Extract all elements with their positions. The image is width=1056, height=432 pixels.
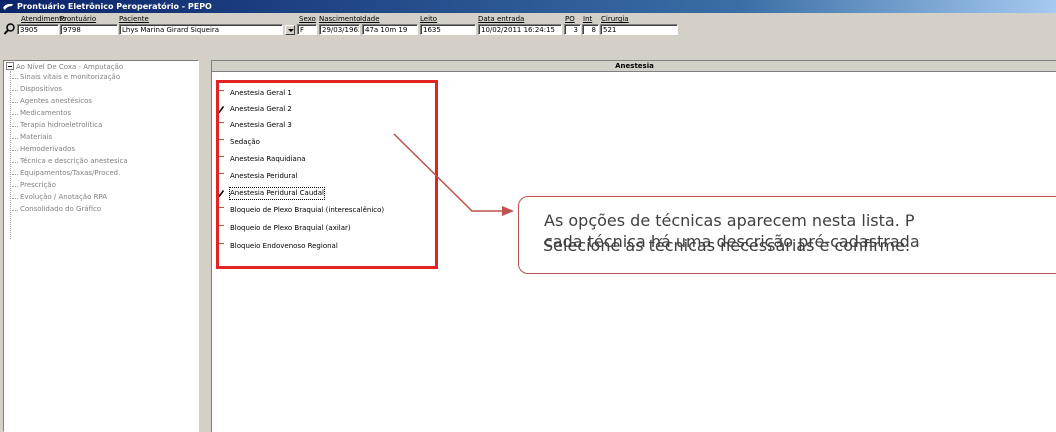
label-prontuario: Prontuário	[60, 15, 97, 23]
data-entrada-field[interactable]: 10/02/2011 16:24:15	[478, 24, 562, 35]
app-icon	[3, 3, 13, 10]
panel-title: Anestesia	[212, 61, 1056, 72]
label-leito: Leito	[420, 15, 438, 23]
leito-field[interactable]: 1635	[420, 24, 476, 35]
tree-item[interactable]: Dispositivos	[12, 85, 62, 93]
navigation-tree: Ao Nível De Coxa - Amputação Sinais vita…	[3, 60, 199, 432]
label-nascimento: Nascimento	[319, 15, 361, 23]
collapse-icon[interactable]	[6, 62, 14, 70]
label-po: PO	[565, 15, 575, 23]
callout-line-3: Selecione as técnicas necessárias e conf…	[543, 236, 911, 255]
atendimento-field[interactable]: 3905	[17, 24, 59, 35]
po-field[interactable]: 3	[564, 24, 581, 35]
tree-item[interactable]: Agentes anestésicos	[12, 97, 92, 105]
cirurgia-field[interactable]: 521	[600, 24, 678, 35]
sexo-field[interactable]: F	[297, 24, 317, 35]
tree-item[interactable]: Hemoderivados	[12, 145, 75, 153]
label-cirurgia: Cirurgia	[601, 15, 629, 23]
tree-item[interactable]: Prescrição	[12, 181, 56, 189]
tree-item[interactable]: Materiais	[12, 133, 52, 141]
paciente-field[interactable]: Lhys Marina Girard Siqueira	[119, 24, 283, 35]
label-idade: Idade	[360, 15, 380, 23]
callout-arrow	[393, 133, 514, 216]
window-title: Prontuário Eletrônico Peroperatório - PE…	[17, 2, 212, 11]
title-bar: Prontuário Eletrônico Peroperatório - PE…	[0, 0, 1056, 13]
tree-item[interactable]: Equipamentos/Taxas/Proced.	[12, 169, 120, 177]
tree-root-label: Ao Nível De Coxa - Amputação	[16, 63, 124, 71]
nascimento-field[interactable]: 29/03/1963	[319, 24, 360, 35]
label-int: Int	[583, 15, 593, 23]
tree-item[interactable]: Evolução / Anotação RPA	[12, 193, 107, 201]
tree-root[interactable]: Ao Nível De Coxa - Amputação	[6, 62, 123, 71]
callout-line-1: As opções de técnicas aparecem nesta lis…	[544, 211, 915, 230]
paciente-dropdown-button[interactable]	[285, 25, 295, 35]
label-paciente: Paciente	[119, 15, 149, 23]
label-data-entrada: Data entrada	[478, 15, 525, 23]
prontuario-field[interactable]: 9798	[60, 24, 118, 35]
tree-item[interactable]: Medicamentos	[12, 109, 71, 117]
tree-connector	[10, 71, 11, 239]
label-sexo: Sexo	[299, 15, 316, 23]
tree-item[interactable]: Técnica e descrição anestesica	[12, 157, 128, 165]
int-field[interactable]: 8	[582, 24, 599, 35]
tree-item[interactable]: Sinais vitais e monitorização	[12, 73, 120, 81]
idade-field[interactable]: 47a 10m 19	[362, 24, 418, 35]
instruction-callout: As opções de técnicas aparecem nesta lis…	[518, 196, 1056, 274]
tree-item[interactable]: Terapia hidroeletrolítica	[12, 121, 102, 129]
tree-item[interactable]: Consolidado do Gráfico	[12, 205, 101, 213]
search-icon[interactable]	[3, 22, 16, 36]
